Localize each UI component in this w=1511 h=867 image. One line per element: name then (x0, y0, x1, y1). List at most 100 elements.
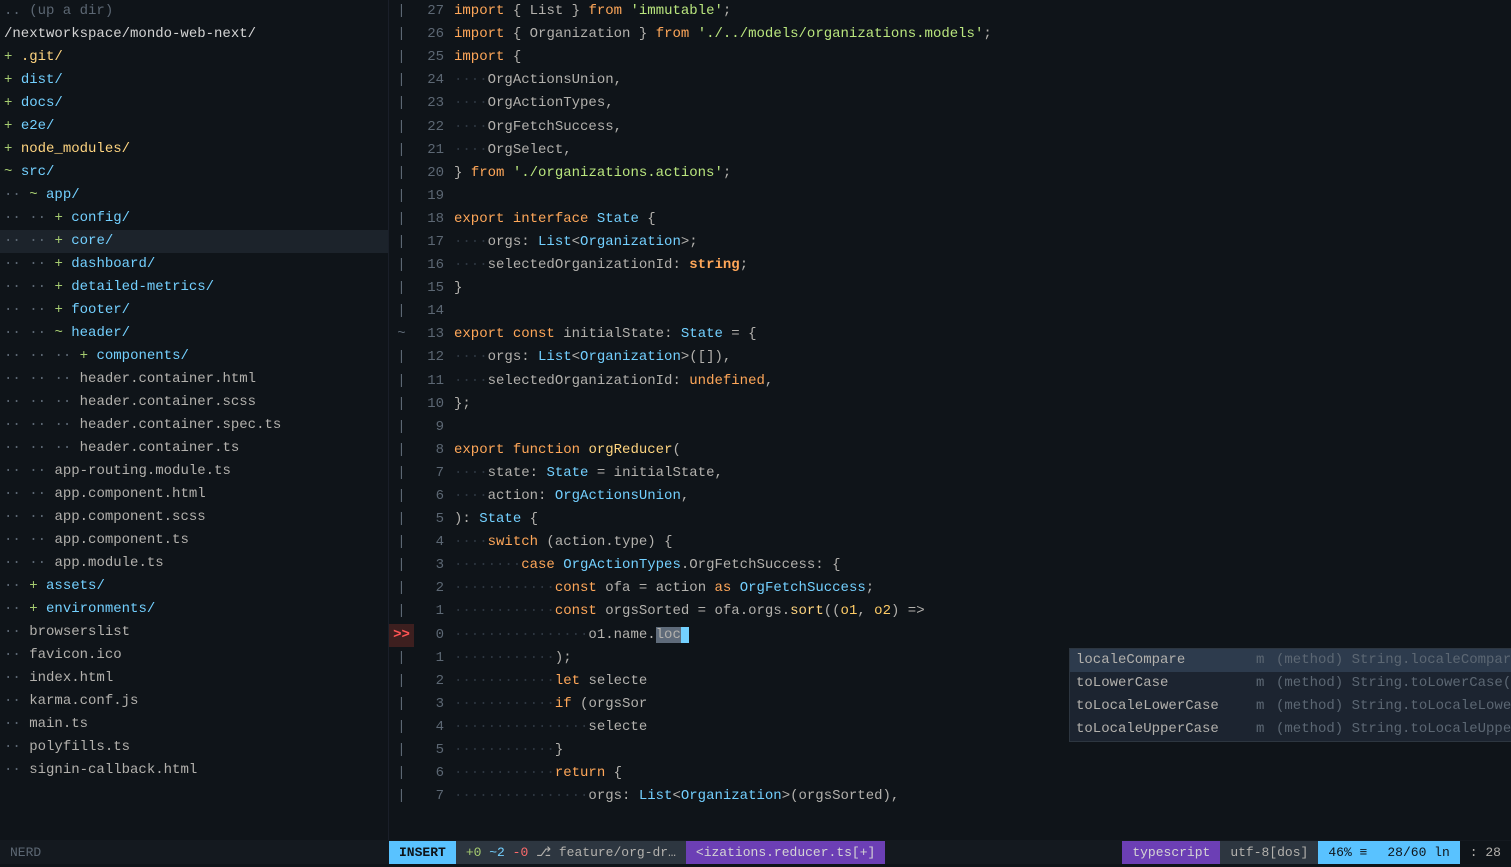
file-tree-item[interactable]: ·· ·· + core/ (0, 230, 388, 253)
code-line[interactable]: |5): State { (389, 508, 1511, 531)
code-line[interactable]: |23····OrgActionTypes, (389, 92, 1511, 115)
code-editor[interactable]: |27import { List } from 'immutable';|26i… (389, 0, 1511, 840)
code-content[interactable]: import { List } from 'immutable'; (454, 0, 1511, 23)
code-content[interactable]: ): State { (454, 508, 1511, 531)
code-line[interactable]: |24····OrgActionsUnion, (389, 69, 1511, 92)
file-tree-item[interactable]: ·· ·· app.module.ts (0, 552, 388, 575)
line-number: 7 (414, 462, 454, 485)
code-line[interactable]: |20} from './organizations.actions'; (389, 162, 1511, 185)
file-tree-item[interactable]: + dist/ (0, 69, 388, 92)
code-content[interactable]: export function orgReducer( (454, 439, 1511, 462)
code-line[interactable]: |8export function orgReducer( (389, 439, 1511, 462)
file-tree-updir[interactable]: .. (up a dir) (0, 0, 388, 23)
code-content[interactable]: ····OrgActionTypes, (454, 92, 1511, 115)
file-tree-item[interactable]: ·· ·· app.component.html (0, 483, 388, 506)
code-content[interactable]: ····selectedOrganizationId: undefined, (454, 370, 1511, 393)
code-line[interactable]: |17····orgs: List<Organization>; (389, 231, 1511, 254)
code-line[interactable]: |19 (389, 185, 1511, 208)
code-content[interactable]: ············return { (454, 762, 1511, 785)
code-line[interactable]: |25import { (389, 46, 1511, 69)
code-line[interactable]: |22····OrgFetchSuccess, (389, 115, 1511, 138)
code-line[interactable]: |7····state: State = initialState, (389, 462, 1511, 485)
code-line[interactable]: |4····switch (action.type) { (389, 531, 1511, 554)
file-tree-item[interactable]: ·· index.html (0, 667, 388, 690)
code-content[interactable]: } from './organizations.actions'; (454, 162, 1511, 185)
code-content[interactable]: }; (454, 393, 1511, 416)
file-tree-item[interactable]: ·· ·· + footer/ (0, 299, 388, 322)
code-content[interactable]: ····state: State = initialState, (454, 462, 1511, 485)
file-tree-item[interactable]: ·· ·· + detailed-metrics/ (0, 276, 388, 299)
code-content[interactable]: ····orgs: List<Organization>([]), (454, 346, 1511, 369)
file-tree-item[interactable]: ·· ·· app.component.scss (0, 506, 388, 529)
file-tree-item[interactable]: ·· browserslist (0, 621, 388, 644)
code-line[interactable]: |26import { Organization } from './../mo… (389, 23, 1511, 46)
code-line[interactable]: |12····orgs: List<Organization>([]), (389, 346, 1511, 369)
code-content[interactable]: ····action: OrgActionsUnion, (454, 485, 1511, 508)
file-tree-item[interactable]: ·· ·· ·· header.container.spec.ts (0, 414, 388, 437)
completion-item[interactable]: toLocaleLowerCasem(method) String.toLoca… (1070, 695, 1511, 718)
code-line[interactable]: |3········case OrgActionTypes.OrgFetchSu… (389, 554, 1511, 577)
file-tree-item[interactable]: ·· ·· ·· header.container.html (0, 368, 388, 391)
code-content[interactable]: ····selectedOrganizationId: string; (454, 254, 1511, 277)
file-tree-item[interactable]: ·· favicon.ico (0, 644, 388, 667)
code-line[interactable]: |27import { List } from 'immutable'; (389, 0, 1511, 23)
code-line[interactable]: |2············const ofa = action as OrgF… (389, 577, 1511, 600)
file-tree-item[interactable]: ·· ~ app/ (0, 184, 388, 207)
code-line[interactable]: |6····action: OrgActionsUnion, (389, 485, 1511, 508)
file-tree-item[interactable]: + e2e/ (0, 115, 388, 138)
code-line[interactable]: |6············return { (389, 762, 1511, 785)
file-tree-item[interactable]: + .git/ (0, 46, 388, 69)
code-line[interactable]: |10}; (389, 393, 1511, 416)
code-content[interactable]: ············} (454, 739, 1511, 762)
file-tree-item[interactable]: ·· + environments/ (0, 598, 388, 621)
file-tree-item[interactable]: ·· karma.conf.js (0, 690, 388, 713)
file-tree-sidebar[interactable]: .. (up a dir) /nextworkspace/mondo-web-n… (0, 0, 389, 840)
code-line[interactable]: >>0················o1.name.loc (389, 624, 1511, 647)
code-line[interactable]: |21····OrgSelect, (389, 139, 1511, 162)
code-line[interactable]: |16····selectedOrganizationId: string; (389, 254, 1511, 277)
code-line[interactable]: |9 (389, 416, 1511, 439)
code-line[interactable]: ~13export const initialState: State = { (389, 323, 1511, 346)
code-line[interactable]: |11····selectedOrganizationId: undefined… (389, 370, 1511, 393)
file-tree-item[interactable]: ·· ·· app-routing.module.ts (0, 460, 388, 483)
code-line[interactable]: |5············} (389, 739, 1511, 762)
file-tree-item[interactable]: ~ src/ (0, 161, 388, 184)
code-content[interactable]: ············const orgsSorted = ofa.orgs.… (454, 600, 1511, 623)
code-content[interactable]: ········case OrgActionTypes.OrgFetchSucc… (454, 554, 1511, 577)
file-tree-item[interactable]: ·· signin-callback.html (0, 759, 388, 782)
file-tree-item[interactable]: ·· ·· ~ header/ (0, 322, 388, 345)
code-content[interactable]: export const initialState: State = { (454, 323, 1511, 346)
file-tree-item[interactable]: ·· ·· app.component.ts (0, 529, 388, 552)
code-content[interactable]: ············const ofa = action as OrgFet… (454, 577, 1511, 600)
file-tree-item[interactable]: ·· ·· + config/ (0, 207, 388, 230)
file-tree-item[interactable]: ·· ·· ·· header.container.ts (0, 437, 388, 460)
code-content[interactable]: import { (454, 46, 1511, 69)
code-line[interactable]: |14 (389, 300, 1511, 323)
completion-popup[interactable]: localeComparem(method) String.localeComp… (1069, 648, 1511, 742)
code-content[interactable]: ················o1.name.loc (454, 624, 1511, 647)
completion-item[interactable]: toLowerCasem(method) String.toLowerCase(… (1070, 672, 1511, 695)
file-tree-item[interactable]: ·· ·· + dashboard/ (0, 253, 388, 276)
code-content[interactable]: import { Organization } from './../model… (454, 23, 1511, 46)
code-content[interactable]: ····OrgFetchSuccess, (454, 116, 1511, 139)
file-tree-item[interactable]: ·· ·· ·· header.container.scss (0, 391, 388, 414)
file-tree-item[interactable]: + docs/ (0, 92, 388, 115)
code-content[interactable]: ····OrgActionsUnion, (454, 69, 1511, 92)
code-line[interactable]: |15} (389, 277, 1511, 300)
file-tree-item[interactable]: ·· polyfills.ts (0, 736, 388, 759)
completion-item[interactable]: toLocaleUpperCasem(method) String.toLoca… (1070, 718, 1511, 741)
code-line[interactable]: |7················orgs: List<Organizatio… (389, 785, 1511, 808)
file-tree-item[interactable]: + node_modules/ (0, 138, 388, 161)
code-content[interactable]: export interface State { (454, 208, 1511, 231)
code-content[interactable]: ····switch (action.type) { (454, 531, 1511, 554)
code-content[interactable]: ····OrgSelect, (454, 139, 1511, 162)
code-content[interactable]: ················orgs: List<Organization>… (454, 785, 1511, 808)
code-content[interactable]: } (454, 277, 1511, 300)
code-content[interactable]: ····orgs: List<Organization>; (454, 231, 1511, 254)
code-line[interactable]: |1············const orgsSorted = ofa.org… (389, 600, 1511, 623)
file-tree-item[interactable]: ·· main.ts (0, 713, 388, 736)
file-tree-item[interactable]: ·· ·· ·· + components/ (0, 345, 388, 368)
file-tree-item[interactable]: ·· + assets/ (0, 575, 388, 598)
code-line[interactable]: |18export interface State { (389, 208, 1511, 231)
completion-item[interactable]: localeComparem(method) String.localeComp… (1070, 649, 1511, 672)
